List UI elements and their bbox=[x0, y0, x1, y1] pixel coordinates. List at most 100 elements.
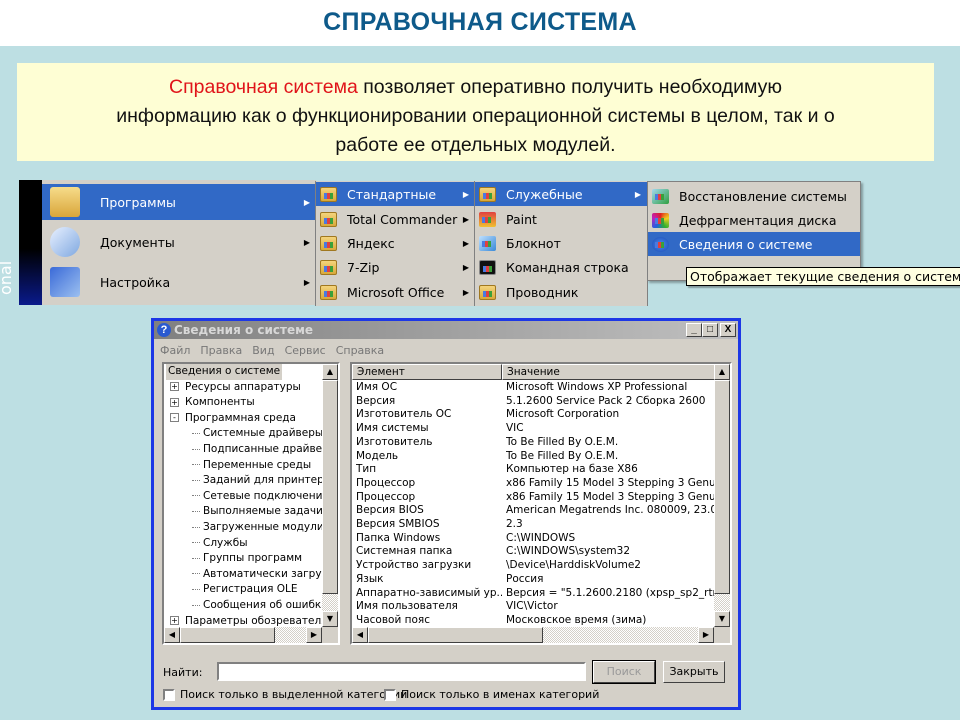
minimize-button[interactable]: _ bbox=[686, 323, 702, 337]
scroll-up-button[interactable]: ▲ bbox=[714, 364, 730, 380]
tree-item[interactable]: Регистрация OLE bbox=[192, 582, 298, 598]
menu-item-total-commander[interactable]: Total Commander ▶ bbox=[316, 207, 475, 231]
scroll-right-button[interactable]: ▶ bbox=[698, 627, 714, 643]
menu-item-yandex[interactable]: Яндекс ▶ bbox=[316, 231, 475, 255]
menu-item-cmd[interactable]: Командная строка bbox=[475, 255, 647, 279]
menu-item-system-restore[interactable]: Восстановление системы bbox=[648, 184, 860, 208]
search-button[interactable]: Поиск bbox=[592, 660, 656, 684]
menu-edit[interactable]: Правка bbox=[200, 344, 242, 357]
menu-item-programs[interactable]: Программы ▶ bbox=[42, 184, 316, 220]
list-row[interactable]: Модель To Be Filled By O.E.M. bbox=[352, 450, 714, 464]
tree-item[interactable]: Сообщения об ошибках W bbox=[192, 598, 338, 614]
menu-view[interactable]: Вид bbox=[252, 344, 274, 357]
list-row[interactable]: Изготовитель ОС Microsoft Corporation bbox=[352, 408, 714, 422]
scroll-thumb[interactable] bbox=[368, 627, 543, 643]
menu-item-7zip[interactable]: 7-Zip ▶ bbox=[316, 255, 475, 279]
list-row[interactable]: Устройство загрузки \Device\HarddiskVolum… bbox=[352, 559, 714, 573]
tree-root[interactable]: Сведения о системе bbox=[166, 364, 283, 380]
scroll-right-button[interactable]: ▶ bbox=[306, 627, 322, 643]
list-row[interactable]: Изготовитель To Be Filled By O.E.M. bbox=[352, 436, 714, 450]
list-row[interactable]: Версия 5.1.2600 Service Pack 2 Сборка 260… bbox=[352, 395, 714, 409]
scroll-left-button[interactable]: ◀ bbox=[164, 627, 180, 643]
menu-help[interactable]: Справка bbox=[336, 344, 384, 357]
list-row[interactable]: Язык Россия bbox=[352, 573, 714, 587]
menu-item-explorer[interactable]: Проводник bbox=[475, 280, 647, 304]
tree-item[interactable]: Загруженные модули bbox=[192, 520, 324, 536]
menu-item-notepad[interactable]: Блокнот bbox=[475, 231, 647, 255]
tree-item[interactable]: Заданий для принтера bbox=[192, 473, 330, 489]
checkbox-box[interactable] bbox=[163, 688, 175, 701]
tree-item[interactable]: Сетевые подключения bbox=[192, 489, 329, 505]
tree-item-label: Службы bbox=[203, 536, 248, 549]
callout-line-2: информацию как о функционировании операц… bbox=[116, 105, 835, 127]
menu-item-label: Сведения о системе bbox=[679, 236, 813, 252]
column-header-element[interactable]: Элемент bbox=[352, 364, 502, 380]
menu-item-paint[interactable]: Paint bbox=[475, 207, 647, 231]
menu-item-ms-office[interactable]: Microsoft Office ▶ bbox=[316, 280, 475, 304]
tree-item[interactable]: Системные драйверы bbox=[192, 426, 323, 442]
list-row[interactable]: Папка Windows C:\WINDOWS bbox=[352, 532, 714, 546]
scroll-thumb[interactable] bbox=[322, 380, 338, 594]
list-row[interactable]: Процессор x86 Family 15 Model 3 Stepping … bbox=[352, 477, 714, 491]
expand-icon[interactable]: + bbox=[170, 382, 179, 392]
list-row[interactable]: Имя системы VIC bbox=[352, 422, 714, 436]
expand-icon[interactable]: + bbox=[170, 397, 179, 407]
list-vertical-scrollbar[interactable]: ▲ ▼ bbox=[714, 364, 730, 627]
banner-text: onal bbox=[0, 260, 15, 295]
list-horizontal-scrollbar[interactable]: ◀ ▶ bbox=[352, 627, 714, 643]
close-dialog-button[interactable]: Закрыть bbox=[663, 661, 725, 683]
menu-item-system-tools[interactable]: Служебные ▶ bbox=[475, 182, 647, 206]
tree-item[interactable]: + Компоненты bbox=[170, 395, 255, 411]
list-row[interactable]: Версия SMBIOS 2.3 bbox=[352, 518, 714, 532]
checkbox-category-names[interactable]: Поиск только в именах категорий bbox=[384, 688, 599, 701]
system-info-window: ? Сведения о системе _ □ X Файл Правка В… bbox=[151, 318, 741, 710]
tree-item[interactable]: Службы bbox=[192, 536, 247, 552]
category-tree[interactable]: Сведения о системе + Ресурсы аппаратуры + К… bbox=[162, 362, 340, 645]
list-row[interactable]: Версия BIOS American Megatrends Inc. 0800… bbox=[352, 504, 714, 518]
close-button[interactable]: X bbox=[720, 323, 736, 337]
scroll-up-button[interactable]: ▲ bbox=[322, 364, 338, 380]
menu-item-label: Яндекс bbox=[347, 235, 395, 251]
menu-item-defrag[interactable]: Дефрагментация диска bbox=[648, 208, 860, 232]
find-input[interactable] bbox=[217, 662, 586, 681]
details-list[interactable]: Элемент Значение Имя ОС Microsoft Windows… bbox=[350, 362, 732, 645]
tree-item[interactable]: - Программная среда bbox=[170, 411, 296, 427]
tree-item[interactable]: Группы программ bbox=[192, 551, 302, 567]
tree-connector bbox=[192, 573, 200, 575]
tree-item[interactable]: Переменные среды bbox=[192, 458, 311, 474]
column-header-value[interactable]: Значение bbox=[502, 364, 718, 380]
list-row[interactable]: Системная папка C:\WINDOWS\system32 bbox=[352, 545, 714, 559]
menu-item-accessories[interactable]: Стандартные ▶ bbox=[316, 182, 475, 206]
menu-item-settings[interactable]: Настройка ▶ bbox=[42, 264, 316, 300]
list-row[interactable]: Процессор x86 Family 15 Model 3 Stepping … bbox=[352, 491, 714, 505]
tree-connector bbox=[192, 464, 200, 466]
menu-item-documents[interactable]: Документы ▶ bbox=[42, 224, 316, 260]
scroll-down-button[interactable]: ▼ bbox=[714, 611, 730, 627]
checkbox-selected-category[interactable]: Поиск только в выделенной категории bbox=[163, 688, 407, 701]
list-row[interactable]: Тип Компьютер на базе X86 bbox=[352, 463, 714, 477]
tree-item[interactable]: Подписанные драйверы bbox=[192, 442, 337, 458]
window-titlebar[interactable]: ? Сведения о системе _ □ X bbox=[154, 321, 738, 339]
expand-icon[interactable]: + bbox=[170, 616, 179, 626]
scroll-down-button[interactable]: ▼ bbox=[322, 611, 338, 627]
folder-icon bbox=[320, 235, 337, 251]
checkbox-box[interactable] bbox=[384, 688, 396, 701]
scroll-thumb[interactable] bbox=[714, 380, 730, 594]
collapse-icon[interactable]: - bbox=[170, 413, 179, 423]
menu-item-system-info[interactable]: Сведения о системе bbox=[648, 232, 860, 256]
list-row[interactable]: Часовой пояс Московское время (зима) bbox=[352, 614, 714, 628]
tree-vertical-scrollbar[interactable]: ▲ ▼ bbox=[322, 364, 338, 627]
list-row[interactable]: Аппаратно-зависимый ур... Версия = "5.1.2… bbox=[352, 587, 714, 601]
tree-item[interactable]: Выполняемые задачи bbox=[192, 504, 323, 520]
scroll-left-button[interactable]: ◀ bbox=[352, 627, 368, 643]
list-row[interactable]: Имя пользователя VIC\Victor bbox=[352, 600, 714, 614]
tree-horizontal-scrollbar[interactable]: ◀ ▶ bbox=[164, 627, 322, 643]
list-row[interactable]: Имя ОС Microsoft Windows XP Professional bbox=[352, 381, 714, 395]
tree-item[interactable]: Автоматически загружае bbox=[192, 567, 338, 583]
menu-tools[interactable]: Сервис bbox=[285, 344, 326, 357]
scroll-thumb[interactable] bbox=[180, 627, 275, 643]
tree-item[interactable]: + Ресурсы аппаратуры bbox=[170, 380, 301, 396]
menu-bar: Файл Правка Вид Сервис Справка bbox=[154, 340, 384, 360]
maximize-button[interactable]: □ bbox=[702, 323, 718, 337]
menu-file[interactable]: Файл bbox=[160, 344, 190, 357]
